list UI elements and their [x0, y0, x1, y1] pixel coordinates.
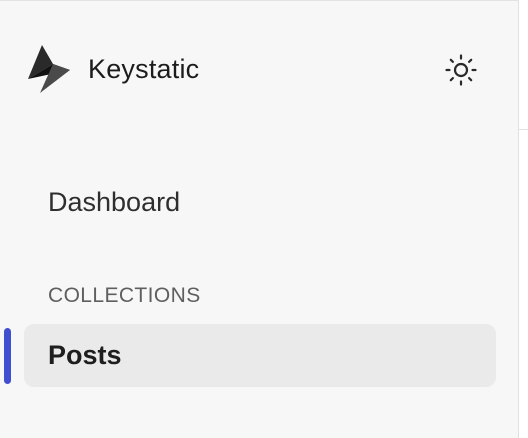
brand-name: Keystatic	[88, 53, 200, 84]
sun-icon	[445, 54, 477, 86]
nav-item-dashboard[interactable]: Dashboard	[48, 185, 180, 219]
lightning-bolt-icon	[28, 45, 70, 93]
nav-item-posts-label: Posts	[48, 340, 122, 370]
main-header-divider	[519, 129, 528, 130]
sidebar: Keystatic Dashboard COLLECTIONS Posts	[0, 0, 518, 438]
app-window: Keystatic Dashboard COLLECTIONS Posts	[0, 0, 528, 438]
brand-link[interactable]: Keystatic	[26, 44, 199, 94]
collections-heading: COLLECTIONS	[48, 284, 201, 307]
theme-toggle-button[interactable]	[440, 49, 482, 91]
nav-item-posts[interactable]: Posts	[24, 324, 496, 387]
active-item-indicator	[4, 328, 11, 384]
main-content-area	[519, 0, 528, 438]
